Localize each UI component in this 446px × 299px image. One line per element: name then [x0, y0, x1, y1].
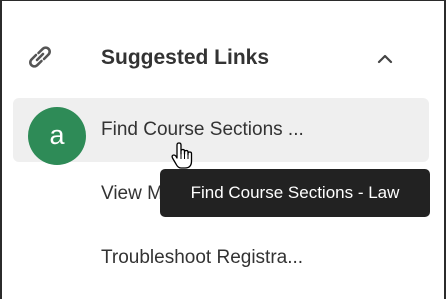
- chevron-up-icon[interactable]: [373, 47, 397, 71]
- suggested-links-header[interactable]: Suggested Links: [0, 28, 446, 88]
- link-icon: [29, 46, 51, 68]
- avatar[interactable]: a: [28, 107, 86, 165]
- section-title: Suggested Links: [101, 46, 270, 69]
- hand-pointer-cursor-icon: [171, 142, 193, 169]
- suggested-link-troubleshoot-registration[interactable]: Troubleshoot Registra...: [13, 226, 429, 290]
- suggested-links-panel: Suggested Links Find Course Sections ...…: [0, 0, 446, 299]
- link-tooltip: Find Course Sections - Law: [160, 169, 430, 217]
- suggested-link-label: Troubleshoot Registra...: [101, 247, 304, 268]
- suggested-link-label: Find Course Sections ...: [101, 119, 304, 140]
